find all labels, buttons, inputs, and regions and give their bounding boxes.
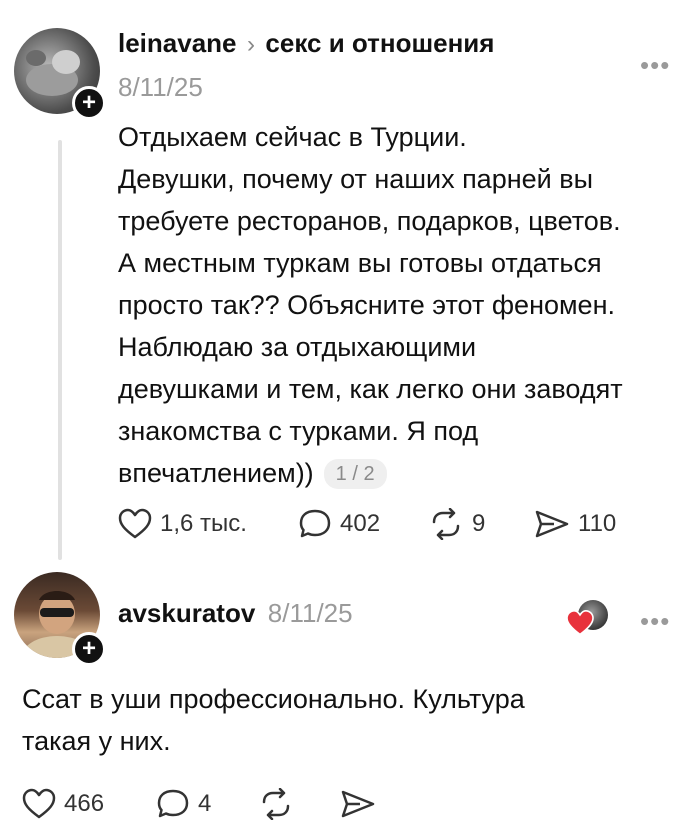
- post-line: просто так?? Объясните этот феномен.: [118, 290, 615, 320]
- post-line: девушками и тем, как легко они заводят: [118, 374, 623, 404]
- post-line: А местным туркам вы готовы отдаться: [118, 248, 602, 278]
- repost-count: 9: [472, 510, 486, 537]
- reply-share-button[interactable]: [340, 788, 376, 820]
- thread-line: [58, 140, 62, 560]
- page-indicator[interactable]: 1 / 2: [323, 459, 387, 489]
- reply-date: 8/11/25: [267, 598, 353, 628]
- repost-icon: [262, 788, 290, 820]
- post-date: 8/11/25: [118, 72, 203, 102]
- send-icon: [341, 790, 375, 818]
- heart-icon: [118, 508, 152, 539]
- like-button[interactable]: 1,6 тыс.: [118, 508, 247, 540]
- reply-comment-count: 4: [198, 790, 212, 817]
- post-line: требуете ресторанов, подарков, цветов.: [118, 206, 621, 236]
- like-count: 1,6 тыс.: [160, 510, 247, 537]
- share-button[interactable]: 110: [534, 508, 616, 540]
- comment-bubble-icon: [299, 509, 331, 538]
- post-username[interactable]: leinavane: [118, 28, 237, 58]
- reply-line: такая у них.: [22, 726, 171, 756]
- reply-like-count: 466: [64, 790, 105, 817]
- heart-icon: [22, 788, 56, 819]
- reply-line: Ссат в уши профессионально. Культура: [22, 684, 525, 714]
- post-line: впечатлением)): [118, 458, 314, 488]
- reply-more-dots-icon[interactable]: •••: [640, 606, 670, 637]
- heart-badge-icon: [566, 610, 594, 636]
- reply-like-button[interactable]: 466: [22, 788, 104, 820]
- post-line: знакомства с турками. Я под: [118, 416, 479, 446]
- post-line: Девушки, почему от наших парней вы: [118, 164, 593, 194]
- reply-text: Ссат в уши профессионально. Культура так…: [22, 678, 642, 762]
- send-icon: [535, 510, 569, 538]
- reply-username[interactable]: avskuratov: [118, 598, 255, 628]
- repost-button[interactable]: 9: [428, 508, 485, 540]
- comment-button[interactable]: 402: [298, 508, 380, 540]
- share-count: 110: [578, 510, 617, 537]
- reply-comment-button[interactable]: 4: [156, 788, 211, 820]
- reply-follow-plus-icon[interactable]: +: [72, 632, 106, 666]
- community-link[interactable]: секс и отношения: [265, 28, 494, 58]
- chevron-right-icon: ›: [246, 31, 255, 58]
- repost-icon: [432, 508, 460, 540]
- comment-bubble-icon: [157, 789, 189, 818]
- post-text: Отдыхаем сейчас в Турции. Девушки, почем…: [118, 116, 688, 494]
- reply-repost-button[interactable]: [258, 788, 294, 820]
- post-line: Наблюдаю за отдыхающими: [118, 332, 477, 362]
- comment-count: 402: [340, 510, 381, 537]
- follow-plus-icon[interactable]: +: [72, 86, 106, 120]
- post-line: Отдыхаем сейчас в Турции.: [118, 122, 467, 152]
- author-liked-badge: [566, 600, 612, 640]
- post-more-dots-icon[interactable]: •••: [640, 50, 670, 81]
